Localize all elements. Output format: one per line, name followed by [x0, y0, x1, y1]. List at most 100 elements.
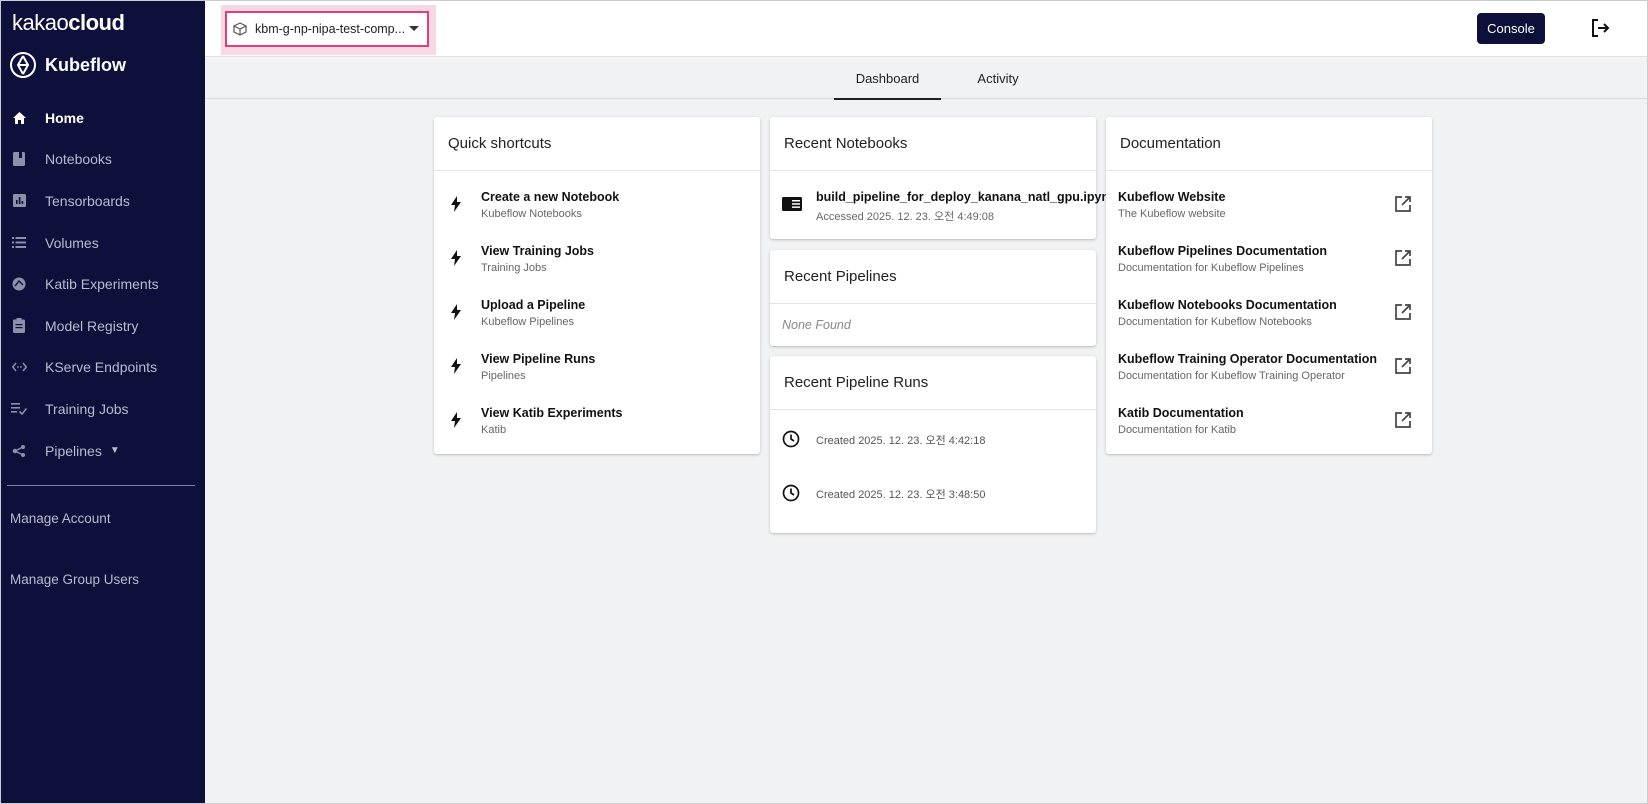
- sidebar: kakaocloud Kubeflow Home Notebooks Tenso…: [0, 0, 205, 804]
- clock-icon: [782, 430, 800, 453]
- console-button[interactable]: Console: [1477, 13, 1545, 44]
- empty-state: None Found: [782, 318, 851, 332]
- sidebar-item-label: Pipelines: [45, 442, 102, 459]
- card-title: Quick shortcuts: [434, 117, 760, 171]
- katib-icon: [11, 276, 27, 292]
- recent-pipelines-card: Recent Pipelines None Found: [770, 250, 1096, 346]
- sidebar-item-volumes[interactable]: Volumes: [0, 222, 205, 264]
- open-in-new-icon[interactable]: [1394, 195, 1412, 218]
- kubeflow-icon: [10, 52, 36, 78]
- sidebar-item-label: Home: [45, 109, 84, 126]
- shortcut-title: View Pipeline Runs: [481, 352, 596, 366]
- notebook-icon: [11, 151, 27, 167]
- card-title: Recent Notebooks: [770, 117, 1096, 171]
- sidebar-item-pipelines[interactable]: Pipelines ▼: [0, 430, 205, 472]
- shortcut-item[interactable]: Upload a Pipeline Kubeflow Pipelines: [434, 284, 760, 338]
- shortcut-item[interactable]: View Training Jobs Training Jobs: [434, 230, 760, 284]
- shortcut-title: Create a new Notebook: [481, 190, 620, 204]
- chevron-down-icon[interactable]: ▼: [110, 445, 120, 456]
- kakaocloud-logo[interactable]: kakaocloud: [12, 10, 125, 36]
- pipeline-run-created: Created 2025. 12. 23. 오전 4:42:18: [816, 435, 986, 447]
- sidebar-item-kserve-endpoints[interactable]: KServe Endpoints: [0, 347, 205, 389]
- tab-activity[interactable]: Activity: [953, 57, 1043, 99]
- shortcut-item[interactable]: View Pipeline Runs Pipelines: [434, 338, 760, 392]
- shortcut-subtitle: Training Jobs: [481, 262, 547, 274]
- sidebar-item-label: Notebooks: [45, 151, 112, 168]
- recent-pipeline-runs-card: Recent Pipeline Runs Created 2025. 12. 2…: [770, 356, 1096, 533]
- top-bar: kbm-g-np-nipa-test-comp... Console: [205, 0, 1648, 57]
- chevron-down-icon[interactable]: [409, 26, 419, 31]
- doc-item[interactable]: Katib Documentation Documentation for Ka…: [1106, 392, 1432, 446]
- notebook-title: build_pipeline_for_deploy_kanana_natl_gp…: [816, 190, 1117, 204]
- shortcut-title: View Training Jobs: [481, 244, 594, 258]
- notebook-accessed: Accessed 2025. 12. 23. 오전 4:49:08: [816, 211, 995, 223]
- open-in-new-icon[interactable]: [1394, 411, 1412, 434]
- bolt-icon: [446, 356, 466, 376]
- list-icon: [11, 235, 27, 251]
- tab-dashboard[interactable]: Dashboard: [834, 57, 941, 100]
- shortcut-subtitle: Kubeflow Pipelines: [481, 316, 574, 328]
- kubeflow-logo[interactable]: Kubeflow: [10, 52, 126, 78]
- product-name: Kubeflow: [45, 54, 126, 75]
- shortcut-item[interactable]: View Katib Experiments Katib: [434, 392, 760, 446]
- doc-subtitle: Documentation for Kubeflow Pipelines: [1118, 262, 1304, 274]
- sidebar-item-label: Katib Experiments: [45, 276, 159, 293]
- open-in-new-icon[interactable]: [1394, 249, 1412, 272]
- sidebar-nav: Home Notebooks Tensorboards Volumes Kati…: [0, 97, 205, 471]
- clipboard-icon: [11, 318, 27, 334]
- sidebar-item-label: Model Registry: [45, 317, 139, 334]
- doc-title: Kubeflow Notebooks Documentation: [1118, 298, 1337, 312]
- open-in-new-icon[interactable]: [1394, 303, 1412, 326]
- manage-group-users-link[interactable]: Manage Group Users: [10, 569, 139, 611]
- recent-notebooks-card: Recent Notebooks build_pipeline_for_depl…: [770, 117, 1117, 239]
- doc-item[interactable]: Kubeflow Training Operator Documentation…: [1106, 338, 1432, 392]
- logout-icon[interactable]: [1590, 18, 1610, 43]
- quick-shortcuts-card: Quick shortcuts Create a new Notebook Ku…: [434, 117, 760, 454]
- open-in-new-icon[interactable]: [1394, 357, 1412, 380]
- package-icon: [233, 22, 247, 36]
- sidebar-item-katib-experiments[interactable]: Katib Experiments: [0, 263, 205, 305]
- sidebar-item-label: Volumes: [45, 234, 99, 251]
- doc-item[interactable]: Kubeflow Website The Kubeflow website: [1106, 176, 1432, 230]
- shortcut-title: View Katib Experiments: [481, 406, 623, 420]
- bolt-icon: [446, 410, 466, 430]
- namespace-selector-highlight: kbm-g-np-nipa-test-comp...: [221, 5, 436, 55]
- doc-subtitle: Documentation for Kubeflow Training Oper…: [1118, 370, 1345, 382]
- shortcut-title: Upload a Pipeline: [481, 298, 586, 312]
- sidebar-bottom-links: Manage Account Manage Group Users: [10, 508, 139, 610]
- shortcut-subtitle: Katib: [481, 424, 507, 436]
- tab-bar: Dashboard Activity: [205, 57, 1648, 100]
- shortcut-subtitle: Kubeflow Notebooks: [481, 208, 582, 220]
- namespace-selector[interactable]: kbm-g-np-nipa-test-comp...: [225, 11, 429, 47]
- card-title: Recent Pipelines: [770, 250, 1096, 304]
- doc-title: Katib Documentation: [1118, 406, 1244, 420]
- bar-chart-icon: [11, 193, 27, 209]
- pipeline-icon: [11, 443, 27, 459]
- sidebar-item-notebooks[interactable]: Notebooks: [0, 139, 205, 181]
- sidebar-item-label: Tensorboards: [45, 192, 130, 209]
- manage-account-link[interactable]: Manage Account: [10, 508, 139, 550]
- doc-item[interactable]: Kubeflow Notebooks Documentation Documen…: [1106, 284, 1432, 338]
- playlist-check-icon: [11, 401, 27, 417]
- pipeline-run-item[interactable]: Created 2025. 12. 23. 오전 4:42:18: [770, 412, 1096, 466]
- sidebar-item-label: Training Jobs: [45, 400, 129, 417]
- shortcut-item[interactable]: Create a new Notebook Kubeflow Notebooks: [434, 176, 760, 230]
- doc-title: Kubeflow Pipelines Documentation: [1118, 244, 1328, 258]
- sidebar-item-tensorboards[interactable]: Tensorboards: [0, 180, 205, 222]
- shortcut-subtitle: Pipelines: [481, 370, 526, 382]
- notebook-item[interactable]: build_pipeline_for_deploy_kanana_natl_gp…: [770, 176, 1117, 230]
- doc-subtitle: Documentation for Kubeflow Notebooks: [1118, 316, 1312, 328]
- code-icon: [11, 359, 27, 375]
- pipeline-run-item[interactable]: Created 2025. 12. 23. 오전 3:48:50: [770, 466, 1096, 520]
- sidebar-divider: [7, 485, 195, 486]
- card-title: Recent Pipeline Runs: [770, 356, 1096, 410]
- bolt-icon: [446, 302, 466, 322]
- sidebar-item-home[interactable]: Home: [0, 97, 205, 139]
- sidebar-item-model-registry[interactable]: Model Registry: [0, 305, 205, 347]
- namespace-value: kbm-g-np-nipa-test-comp...: [255, 22, 405, 36]
- doc-title: Kubeflow Website: [1118, 190, 1226, 204]
- sidebar-item-training-jobs[interactable]: Training Jobs: [0, 388, 205, 430]
- doc-title: Kubeflow Training Operator Documentation: [1118, 352, 1378, 366]
- doc-item[interactable]: Kubeflow Pipelines Documentation Documen…: [1106, 230, 1432, 284]
- card-title: Documentation: [1106, 117, 1432, 171]
